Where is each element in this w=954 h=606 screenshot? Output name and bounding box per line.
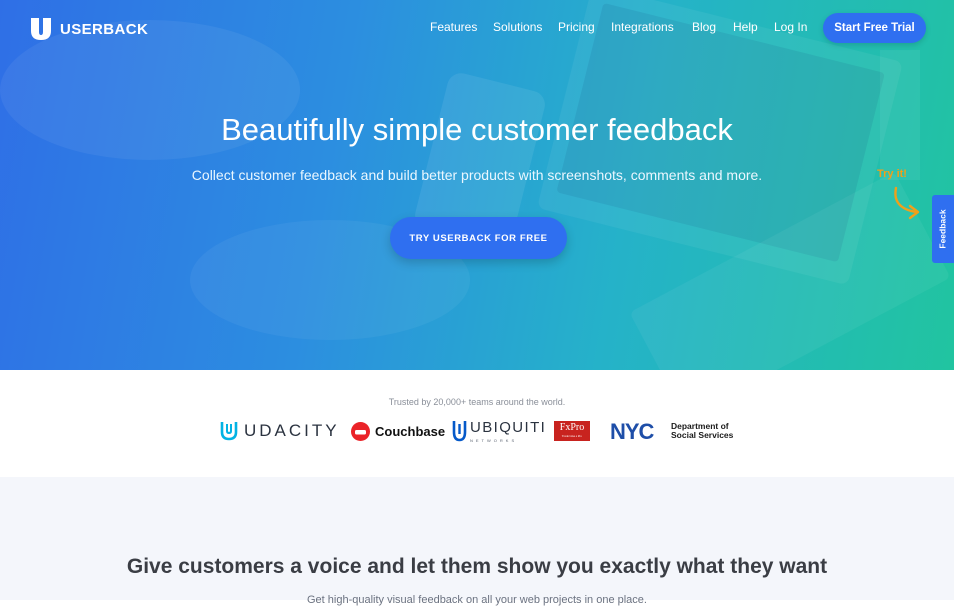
ubiquiti-icon [452, 421, 467, 442]
nav-integrations[interactable]: Integrations [611, 20, 674, 34]
section-title: Give customers a voice and let them show… [126, 555, 828, 578]
udacity-wordmark: UDACITY [244, 421, 340, 440]
ubiquiti-wordmark: UBIQUITI NETWORKS [470, 419, 546, 443]
nav-blog[interactable]: Blog [692, 20, 716, 34]
nyc-department-text: Department of Social Services [671, 421, 734, 441]
features-intro-section: Give customers a voice and let them show… [0, 477, 954, 606]
fxpro-logo: FxPro Trade Like a Pro [554, 418, 590, 444]
nav-features[interactable]: Features [430, 20, 477, 34]
curved-arrow-icon [894, 186, 920, 220]
start-free-trial-button[interactable]: Start Free Trial [823, 13, 926, 43]
nyc-letters: NYC [610, 420, 655, 442]
couchbase-icon [351, 421, 370, 441]
try-it-label: Try it! [877, 168, 907, 180]
feedback-tab-label: Feedback [938, 209, 948, 249]
nav-pricing[interactable]: Pricing [558, 20, 595, 34]
hero-subtitle: Collect customer feedback and build bett… [191, 167, 763, 183]
feedback-tab[interactable]: Feedback [932, 195, 954, 263]
section-subtitle: Get high-quality visual feedback on all … [307, 594, 647, 606]
nyc-dss-logo: NYC Department of Social Services [610, 418, 733, 444]
nav-help[interactable]: Help [733, 20, 758, 34]
nyc-wordmark: NYC [610, 420, 656, 442]
ubiquiti-name: UBIQUITI [470, 419, 547, 436]
couchbase-logo: Couchbase [351, 418, 445, 444]
trusted-by-text: Trusted by 20,000+ teams around the worl… [388, 397, 566, 407]
hero-section: USERBACK Features Solutions Pricing Inte… [0, 0, 954, 370]
udacity-icon [220, 422, 238, 441]
top-navigation: USERBACK Features Solutions Pricing Inte… [0, 0, 954, 58]
nav-solutions[interactable]: Solutions [493, 20, 542, 34]
customer-logos: UDACITY Couchbase UBIQUITI NETWORKS FxPr… [0, 418, 954, 448]
try-userback-button[interactable]: TRY USERBACK FOR FREE [390, 217, 567, 259]
main-menu: Features Solutions Pricing Integrations … [0, 20, 954, 38]
udacity-logo: UDACITY [219, 418, 340, 444]
couchbase-wordmark: Couchbase [375, 423, 446, 439]
fxpro-tagline: Trade Like a Pro [561, 434, 583, 438]
nyc-line-2: Social Services [671, 430, 734, 440]
nav-log-in[interactable]: Log In [774, 20, 807, 34]
fxpro-wordmark: FxPro [559, 422, 585, 433]
hero-title: Beautifully simple customer feedback [221, 112, 733, 147]
ubiquiti-logo: UBIQUITI NETWORKS [452, 418, 546, 444]
trust-bar: Trusted by 20,000+ teams around the worl… [0, 370, 954, 477]
ubiquiti-tagline: NETWORKS [470, 438, 518, 443]
fxpro-badge: FxPro Trade Like a Pro [554, 421, 590, 441]
